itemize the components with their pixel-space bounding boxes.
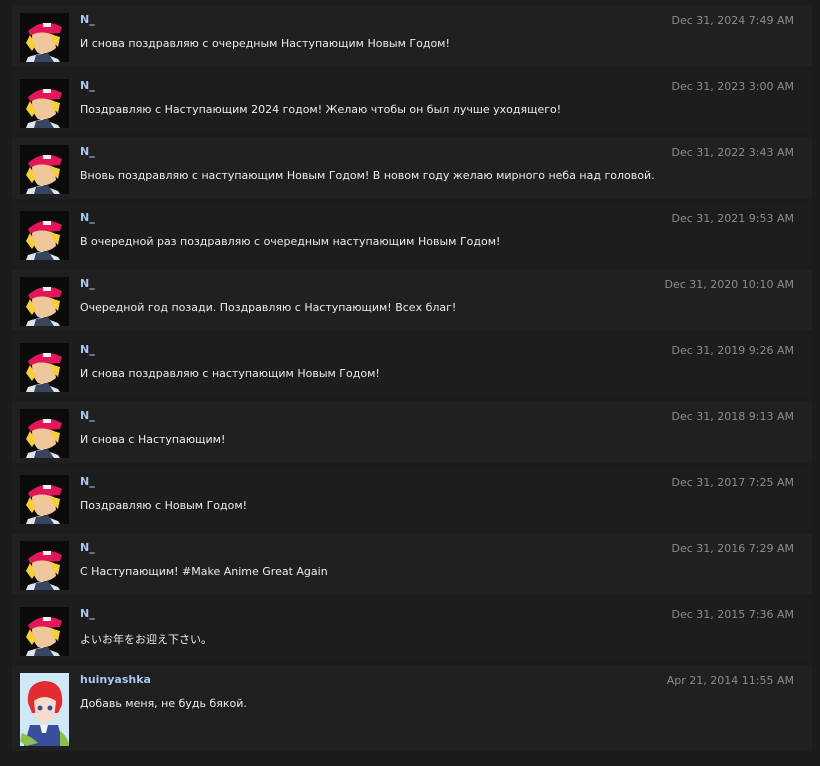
comment-author[interactable]: N_: [80, 211, 95, 224]
avatar[interactable]: [20, 409, 69, 458]
comment-author[interactable]: N_: [80, 277, 95, 290]
avatar[interactable]: [20, 145, 69, 194]
avatar[interactable]: [20, 79, 69, 128]
comment-author[interactable]: N_: [80, 607, 95, 620]
comment-author[interactable]: N_: [80, 343, 95, 356]
comment-author[interactable]: N_: [80, 13, 95, 26]
comment-author[interactable]: N_: [80, 79, 95, 92]
comment-row: N_ Dec 31, 2018 9:13 AM И снова с Наступ…: [12, 401, 812, 463]
comment-author[interactable]: N_: [80, 475, 95, 488]
comment-row: N_ Dec 31, 2021 9:53 AM В очередной раз …: [12, 203, 812, 265]
comment-text: В очередной раз поздравляю с очередным н…: [80, 235, 501, 248]
avatar[interactable]: [20, 277, 69, 326]
comment-text: И снова поздравляю с наступающим Новым Г…: [80, 367, 380, 380]
comment-row: N_ Dec 31, 2024 7:49 AM И снова поздравл…: [12, 5, 812, 67]
comment-text: よいお年をお迎え下さい。: [80, 633, 212, 646]
comment-text: Поздравляю с Новым Годом!: [80, 499, 248, 512]
comment-row: huinyashka Apr 21, 2014 11:55 AM Добавь …: [12, 665, 812, 751]
comment-row: N_ Dec 31, 2020 10:10 AM Очередной год п…: [12, 269, 812, 331]
comment-row: N_ Dec 31, 2019 9:26 AM И снова поздравл…: [12, 335, 812, 397]
comment-date: Dec 31, 2016 7:29 AM: [671, 542, 794, 555]
comment-date: Dec 31, 2021 9:53 AM: [671, 212, 794, 225]
comment-date: Dec 31, 2017 7:25 AM: [671, 476, 794, 489]
comment-date: Dec 31, 2020 10:10 AM: [664, 278, 794, 291]
comment-date: Dec 31, 2024 7:49 AM: [671, 14, 794, 27]
comment-feed: N_ Dec 31, 2024 7:49 AM И снова поздравл…: [12, 5, 812, 755]
comment-row: N_ Dec 31, 2017 7:25 AM Поздравляю с Нов…: [12, 467, 812, 529]
comment-author[interactable]: N_: [80, 145, 95, 158]
avatar[interactable]: [20, 13, 69, 62]
comment-text: Очередной год позади. Поздравляю с Насту…: [80, 301, 457, 314]
comment-date: Dec 31, 2018 9:13 AM: [671, 410, 794, 423]
comment-author[interactable]: N_: [80, 541, 95, 554]
comment-author[interactable]: N_: [80, 409, 95, 422]
comment-date: Apr 21, 2014 11:55 AM: [666, 674, 794, 687]
comment-date: Dec 31, 2019 9:26 AM: [671, 344, 794, 357]
avatar[interactable]: [20, 541, 69, 590]
avatar[interactable]: [20, 343, 69, 392]
comment-date: Dec 31, 2022 3:43 AM: [671, 146, 794, 159]
comment-text: Вновь поздравляю с наступающим Новым Год…: [80, 169, 655, 182]
comment-author[interactable]: huinyashka: [80, 673, 151, 686]
avatar[interactable]: [20, 211, 69, 260]
comment-text: И снова поздравляю с очередным Наступающ…: [80, 37, 450, 50]
comment-date: Dec 31, 2015 7:36 AM: [671, 608, 794, 621]
comment-text: Добавь меня, не будь бякой.: [80, 697, 247, 710]
comment-row: N_ Dec 31, 2015 7:36 AM よいお年をお迎え下さい。: [12, 599, 812, 661]
comment-text: Поздравляю с Наступающим 2024 годом! Жел…: [80, 103, 562, 116]
avatar[interactable]: [20, 607, 69, 656]
comment-date: Dec 31, 2023 3:00 AM: [671, 80, 794, 93]
comment-row: N_ Dec 31, 2023 3:00 AM Поздравляю с Нас…: [12, 71, 812, 133]
comment-text: С Наступающим! #Make Anime Great Again: [80, 565, 328, 578]
avatar[interactable]: [20, 475, 69, 524]
comment-row: N_ Dec 31, 2022 3:43 AM Вновь поздравляю…: [12, 137, 812, 199]
avatar[interactable]: [20, 673, 69, 746]
comment-text: И снова с Наступающим!: [80, 433, 226, 446]
comment-row: N_ Dec 31, 2016 7:29 AM С Наступающим! #…: [12, 533, 812, 595]
